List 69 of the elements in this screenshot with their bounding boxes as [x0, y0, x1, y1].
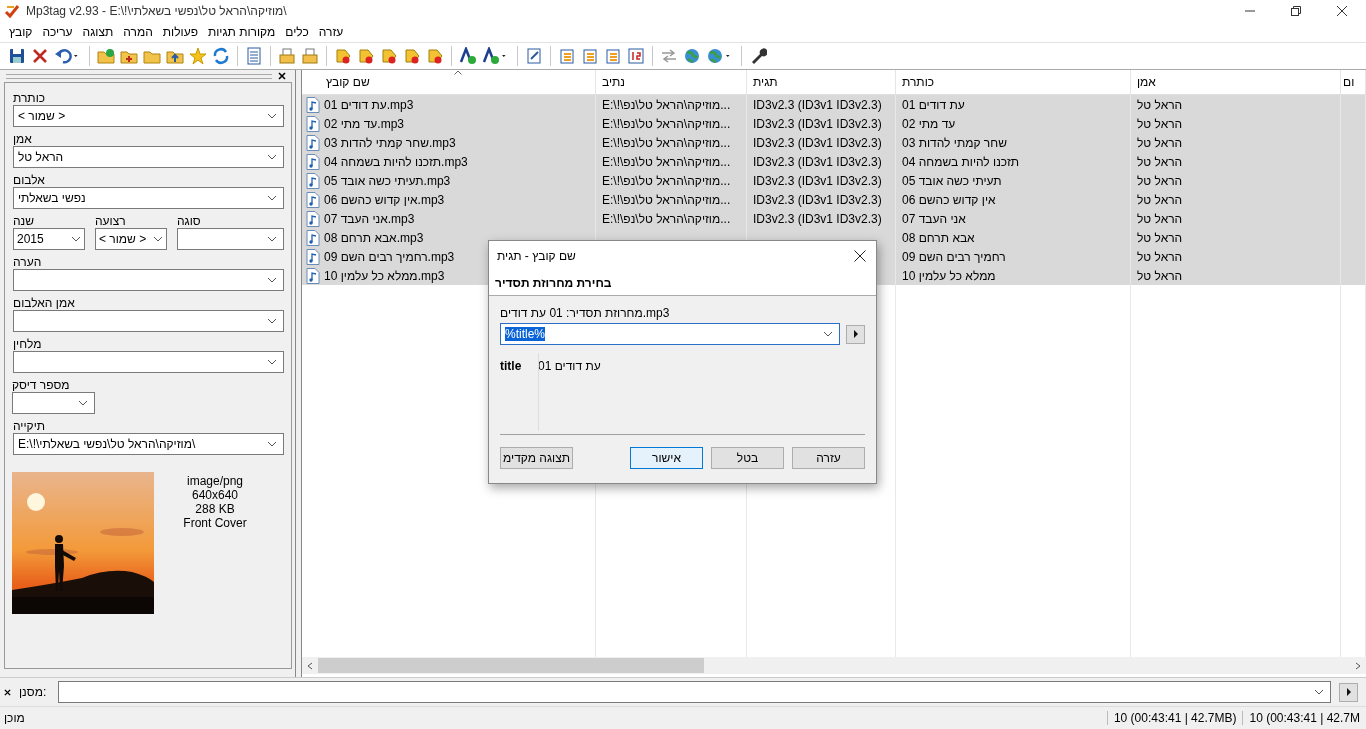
filter-label: מסנן:	[19, 685, 47, 699]
table-cell: E:\!\מוזיקה\הראל טל\נפ...	[602, 97, 731, 112]
table-cell: 06 אין קדוש כהשם	[902, 192, 996, 207]
table-cell: ID3v2.3 (ID3v1 ID3v2.3)	[753, 154, 882, 169]
table-cell: 07 אני העבד	[902, 211, 966, 226]
table-cell: 02 עד מתי.mp3	[324, 116, 404, 131]
table-cell: E:\!\מוזיקה\הראל טל\נפ...	[602, 154, 731, 169]
table-cell: הראל טל	[1137, 135, 1183, 150]
table-cell: 09 רחמיך רבים השם	[902, 249, 1006, 264]
table-cell: 10 ממלא כל עלמין.mp3	[324, 268, 445, 283]
window-title: Mp3tag v2.93 - E:\!\מוזיקה\הראל טל\נפשי בשאלתי\	[26, 4, 287, 18]
field-label: סוגה	[177, 213, 202, 228]
field-label: הערה	[13, 254, 43, 269]
result-value: 01 עת דודים	[538, 359, 601, 373]
cover-info-text: Front Cover	[183, 516, 247, 530]
field-label: תיקייה	[13, 418, 47, 433]
dialog-heading: בחירת מחרוזת תסדיר	[495, 276, 612, 290]
table-cell: הראל טל	[1137, 249, 1183, 264]
status-section: 10 (00:43:41 | 42.7MB)	[1106, 711, 1243, 725]
table-cell: 01 עת דודים.mp3	[324, 97, 414, 112]
result-field-name: title	[500, 359, 522, 373]
table-cell: 07 אני העבד.mp3	[324, 211, 415, 226]
table-cell: 02 עד מתי	[902, 116, 956, 131]
table-cell: ID3v2.3 (ID3v1 ID3v2.3)	[753, 135, 882, 150]
table-cell: ID3v2.3 (ID3v1 ID3v2.3)	[753, 173, 882, 188]
table-cell: ID3v2.3 (ID3v1 ID3v2.3)	[753, 211, 882, 226]
field-label: רצועה	[95, 213, 127, 228]
table-cell: ID3v2.3 (ID3v1 ID3v2.3)	[753, 116, 882, 131]
table-cell: הראל טל	[1137, 154, 1183, 169]
table-cell: הראל טל	[1137, 116, 1183, 131]
table-cell: הראל טל	[1137, 268, 1183, 283]
field-label: מלחין	[13, 336, 43, 351]
table-cell: 06 אין קדוש כהשם.mp3	[324, 192, 445, 207]
table-cell: 01 עת דודים	[902, 97, 965, 112]
table-cell: E:\!\מוזיקה\הראל טל\נפ...	[602, 116, 731, 131]
table-cell: E:\!\מוזיקה\הראל טל\נפ...	[602, 211, 731, 226]
table-cell: הראל טל	[1137, 192, 1183, 207]
table-cell: הראל טל	[1137, 211, 1183, 226]
status-section: 10 (00:43:41 | 42.7M	[1242, 711, 1366, 725]
table-cell: 05 תעיתי כשה אובד	[902, 173, 1002, 188]
table-cell: הראל טל	[1137, 173, 1183, 188]
table-cell: 04 תזכנו להיות בשמחה	[902, 154, 1020, 169]
table-cell: 05 תעיתי כשה אובד.mp3	[324, 173, 451, 188]
cover-info-text: 288 KB	[195, 502, 235, 516]
table-cell: ID3v2.3 (ID3v1 ID3v2.3)	[753, 192, 882, 207]
table-cell: הראל טל	[1137, 230, 1183, 245]
table-cell: 08 אבא תרחם.mp3	[324, 230, 424, 245]
table-cell: הראל טל	[1137, 97, 1183, 112]
field-label: אמן	[13, 131, 33, 146]
cover-info-text: image/png	[186, 474, 243, 488]
format-label: מחרוזת תסדיר: 01 עת דודים.mp3	[500, 306, 671, 320]
field-label: שנה	[13, 213, 36, 228]
table-cell: 10 ממלא כל עלמין	[902, 268, 996, 283]
dialog-title: שם קובץ - תגית	[497, 249, 576, 263]
table-cell: E:\!\מוזיקה\הראל טל\נפ...	[602, 135, 731, 150]
field-label: אמן האלבום	[13, 295, 76, 310]
table-cell: 04 תזכנו להיות בשמחה.mp3	[324, 154, 468, 169]
table-cell: ID3v2.3 (ID3v1 ID3v2.3)	[753, 97, 882, 112]
table-cell: 03 שחר קמתי להדות.mp3	[324, 135, 456, 150]
table-cell: E:\!\מוזיקה\הראל טל\נפ...	[602, 173, 731, 188]
table-cell: E:\!\מוזיקה\הראל טל\נפ...	[602, 192, 731, 207]
field-label: כותרת	[13, 90, 47, 105]
field-label: אלבום	[13, 172, 46, 187]
table-cell: 08 אבא תרחם	[902, 230, 975, 245]
field-label: מספר דיסק	[12, 377, 71, 392]
table-cell: 09 רחמיך רבים השם.mp3	[324, 249, 455, 264]
status-text: מוכן	[4, 711, 26, 725]
cover-info-text: 640x640	[191, 488, 238, 502]
table-cell: 03 שחר קמתי להדות	[902, 135, 1007, 150]
